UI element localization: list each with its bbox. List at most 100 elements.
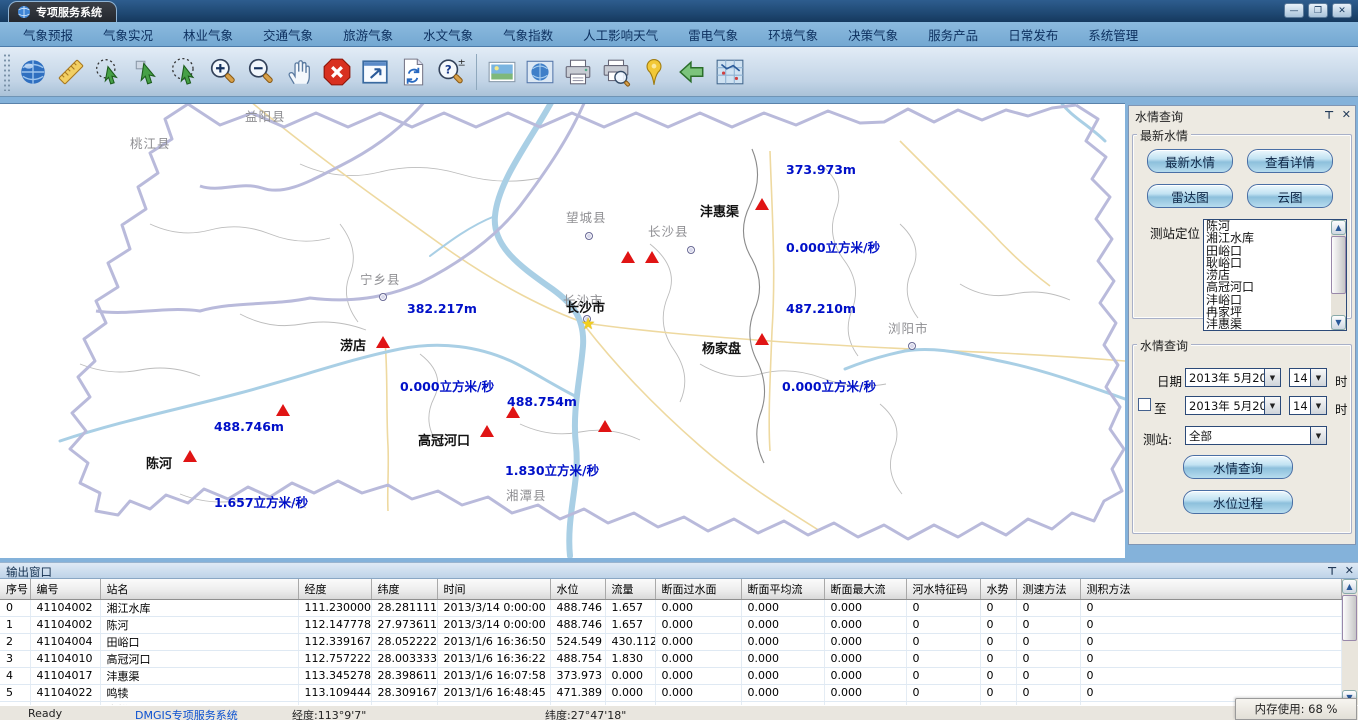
column-header[interactable]: 断面最大流: [824, 579, 906, 599]
menu-item[interactable]: 水文气象: [408, 25, 488, 44]
pan-hand-icon[interactable]: [280, 52, 318, 92]
refresh-icon[interactable]: [394, 52, 432, 92]
station-triangle-marker[interactable]: [480, 425, 494, 437]
locate-pin-icon[interactable]: [635, 52, 673, 92]
table-scrollbar[interactable]: ▲ ▼: [1342, 579, 1358, 705]
minimize-button[interactable]: —: [1284, 3, 1304, 18]
column-header[interactable]: 水位: [550, 579, 605, 599]
measure-ruler-icon[interactable]: [52, 52, 90, 92]
scroll-up-icon[interactable]: ▲: [1331, 220, 1346, 235]
identify-icon[interactable]: ?±: [432, 52, 470, 92]
date2-combo[interactable]: 2013年 5月20日▼: [1185, 396, 1281, 415]
table-row[interactable]: 141104002陈河112.147778 27.9736112013/3/14…: [0, 616, 1342, 633]
column-header[interactable]: 站名: [100, 579, 298, 599]
output-close-icon[interactable]: ✕: [1345, 564, 1354, 577]
zoom-in-icon[interactable]: [204, 52, 242, 92]
globe-image-icon[interactable]: [521, 52, 559, 92]
select-features-icon[interactable]: [90, 52, 128, 92]
chevron-down-icon[interactable]: ▼: [1310, 427, 1326, 444]
overview-map-icon[interactable]: [711, 52, 749, 92]
zoom-out-icon[interactable]: [242, 52, 280, 92]
station-list-item[interactable]: 高冠河口: [1204, 281, 1331, 293]
scroll-thumb[interactable]: [1331, 236, 1346, 294]
menu-item[interactable]: 旅游气象: [328, 25, 408, 44]
column-header[interactable]: 测速方法: [1016, 579, 1080, 599]
water-level-process-button[interactable]: 水位过程: [1183, 490, 1293, 514]
restore-button[interactable]: ❐: [1308, 3, 1328, 18]
scroll-down-icon[interactable]: ▼: [1331, 315, 1346, 330]
station-triangle-marker[interactable]: [645, 251, 659, 263]
menu-item[interactable]: 系统管理: [1073, 25, 1153, 44]
station-listbox[interactable]: 陈河湘江水库田峪口耿峪口涝店高冠河口沣峪口冉家坪沣惠渠 ▲ ▼: [1203, 219, 1347, 331]
column-header[interactable]: 编号: [30, 579, 100, 599]
close-button[interactable]: ✕: [1332, 3, 1352, 18]
menu-item[interactable]: 决策气象: [833, 25, 913, 44]
panel-close-icon[interactable]: ✕: [1342, 108, 1351, 121]
station-triangle-marker[interactable]: [621, 251, 635, 263]
chevron-down-icon[interactable]: ▼: [1310, 369, 1326, 386]
print-icon[interactable]: [559, 52, 597, 92]
table-row[interactable]: 241104004田峪口112.339167 28.0522222013/1/6…: [0, 633, 1342, 650]
table-row[interactable]: 041104002湘江水库111.230000 28.2811112013/3/…: [0, 599, 1342, 616]
to-checkbox[interactable]: [1138, 398, 1151, 411]
back-arrow-icon[interactable]: [673, 52, 711, 92]
station-triangle-marker[interactable]: [183, 450, 197, 462]
full-extent-icon[interactable]: [356, 52, 394, 92]
menu-item[interactable]: 交通气象: [248, 25, 328, 44]
map-canvas[interactable]: 益阳县桃江县宁乡县望城县长沙县长沙市浏阳市湘潭县 长沙市沣惠渠杨家盘涝店高冠河口…: [0, 103, 1125, 558]
station-list-item[interactable]: 湘江水库: [1204, 232, 1331, 244]
date1-combo[interactable]: 2013年 5月20日▼: [1185, 368, 1281, 387]
cloud-chart-button[interactable]: 云图: [1247, 184, 1333, 208]
station-triangle-marker[interactable]: [755, 333, 769, 345]
table-row[interactable]: 541104022鸣犊113.109444 28.3091672013/1/6 …: [0, 684, 1342, 701]
pin-icon[interactable]: ⊥: [1327, 564, 1337, 577]
radar-chart-button[interactable]: 雷达图: [1147, 184, 1233, 208]
table-row[interactable]: 441104017沣惠渠113.345278 28.3986112013/1/6…: [0, 667, 1342, 684]
station-triangle-marker[interactable]: [376, 336, 390, 348]
water-query-button[interactable]: 水情查询: [1183, 455, 1293, 479]
menu-item[interactable]: 日常发布: [993, 25, 1073, 44]
menu-item[interactable]: 气象指数: [488, 25, 568, 44]
column-header[interactable]: 河水特征码: [906, 579, 980, 599]
column-header[interactable]: 断面过水面: [655, 579, 741, 599]
column-header[interactable]: 时间: [437, 579, 550, 599]
column-header[interactable]: 流量: [605, 579, 655, 599]
scroll-up-icon[interactable]: ▲: [1342, 579, 1357, 594]
image-icon[interactable]: [483, 52, 521, 92]
menu-item[interactable]: 气象实况: [88, 25, 168, 44]
station-list-item[interactable]: 沣惠渠: [1204, 318, 1331, 330]
select-circle-icon[interactable]: [166, 52, 204, 92]
list-scrollbar[interactable]: ▲ ▼: [1331, 220, 1346, 330]
pin-icon[interactable]: ⊥: [1324, 108, 1334, 121]
column-header[interactable]: 断面平均流: [741, 579, 824, 599]
menu-item[interactable]: 气象预报: [8, 25, 88, 44]
column-header[interactable]: 纬度: [371, 579, 437, 599]
pointer-icon[interactable]: [128, 52, 166, 92]
stop-icon[interactable]: [318, 52, 356, 92]
chevron-down-icon[interactable]: ▼: [1264, 369, 1280, 386]
station-triangle-marker[interactable]: [598, 420, 612, 432]
view-details-button[interactable]: 查看详情: [1247, 149, 1333, 173]
latest-water-button[interactable]: 最新水情: [1147, 149, 1233, 173]
globe-icon[interactable]: [14, 52, 52, 92]
column-header[interactable]: 序号: [0, 579, 30, 599]
station-triangle-marker[interactable]: [276, 404, 290, 416]
column-header[interactable]: 经度: [298, 579, 371, 599]
column-header[interactable]: 水势: [980, 579, 1016, 599]
chevron-down-icon[interactable]: ▼: [1264, 397, 1280, 414]
menu-item[interactable]: 服务产品: [913, 25, 993, 44]
menu-item[interactable]: 林业气象: [168, 25, 248, 44]
menu-item[interactable]: 环境气象: [753, 25, 833, 44]
menu-item[interactable]: 雷电气象: [673, 25, 753, 44]
menu-item[interactable]: 人工影响天气: [568, 25, 673, 44]
station-triangle-marker[interactable]: [755, 198, 769, 210]
toolbar-grip[interactable]: [3, 53, 10, 91]
scroll-thumb[interactable]: [1342, 595, 1357, 641]
table-row[interactable]: 341104010高冠河口112.757222 28.0033332013/1/…: [0, 650, 1342, 667]
station-combo[interactable]: 全部▼: [1185, 426, 1327, 445]
hour2-combo[interactable]: 14▼: [1289, 396, 1327, 415]
column-header[interactable]: 测积方法: [1080, 579, 1342, 599]
chevron-down-icon[interactable]: ▼: [1310, 397, 1326, 414]
station-triangle-marker[interactable]: [506, 406, 520, 418]
hour1-combo[interactable]: 14▼: [1289, 368, 1327, 387]
